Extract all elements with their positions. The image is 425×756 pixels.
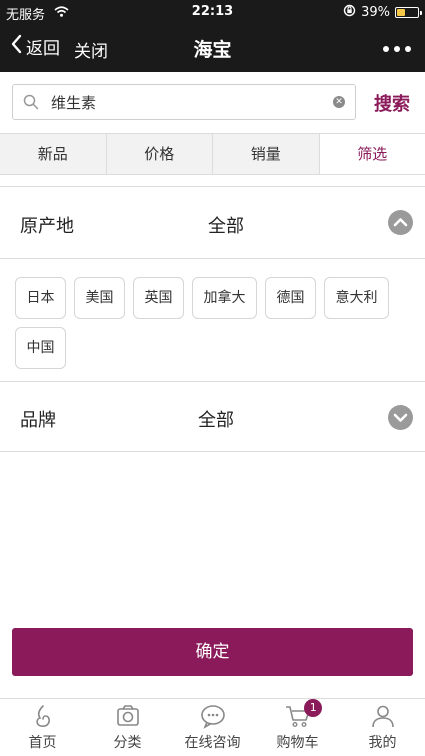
battery-percent: 39% <box>361 5 390 20</box>
search-input[interactable] <box>51 87 331 117</box>
chat-icon <box>199 703 227 733</box>
origin-label: 原产地 <box>20 216 74 237</box>
home-icon <box>30 703 56 733</box>
origin-filter-row[interactable]: 原产地 全部 <box>0 186 425 259</box>
confirm-button[interactable]: 确定 <box>12 628 413 676</box>
tabbar-item-cart[interactable]: 1 购物车 <box>255 699 340 756</box>
origin-chip-germany[interactable]: 德国 <box>265 277 316 319</box>
status-bar: 无服务 22:13 39% <box>0 0 425 24</box>
bottom-tab-bar: 首页 分类 在线咨询 1 购物车 我的 <box>0 698 425 756</box>
origin-chip-usa[interactable]: 美国 <box>74 277 125 319</box>
tab-price[interactable]: 价格 <box>106 134 213 174</box>
battery-icon <box>395 7 422 18</box>
tabbar-label-home: 首页 <box>28 735 57 751</box>
more-icon[interactable] <box>383 46 411 52</box>
category-icon <box>115 703 141 733</box>
search-box: ✕ <box>12 84 356 120</box>
tabbar-label-chat: 在线咨询 <box>184 735 241 751</box>
back-label: 返回 <box>26 39 60 59</box>
origin-chip-italy[interactable]: 意大利 <box>324 277 389 319</box>
tab-new[interactable]: 新品 <box>0 134 107 174</box>
brand-value: 全部 <box>198 410 234 431</box>
page-title: 海宝 <box>193 39 232 61</box>
battery-level <box>397 9 405 16</box>
nav-bar: 返回 关闭 海宝 <box>0 24 425 72</box>
origin-chip-china[interactable]: 中国 <box>15 327 66 369</box>
rotation-lock-icon <box>343 4 356 21</box>
origin-chip-japan[interactable]: 日本 <box>15 277 66 319</box>
chevron-left-icon <box>10 34 22 59</box>
battery-tip <box>420 11 422 15</box>
search-button[interactable]: 搜索 <box>362 90 422 116</box>
profile-icon <box>370 703 396 733</box>
tabbar-label-profile: 我的 <box>368 735 397 751</box>
tab-filter[interactable]: 筛选 <box>319 134 425 174</box>
brand-label: 品牌 <box>20 410 56 431</box>
search-icon <box>23 94 39 114</box>
clear-icon[interactable]: ✕ <box>333 96 345 108</box>
status-right: 39% <box>343 4 422 21</box>
origin-chip-uk[interactable]: 英国 <box>133 277 184 319</box>
cart-badge: 1 <box>304 699 323 717</box>
origin-value: 全部 <box>208 216 244 237</box>
brand-filter-row[interactable]: 品牌 全部 <box>0 381 425 452</box>
origin-chip-canada[interactable]: 加拿大 <box>192 277 257 319</box>
chevron-up-icon[interactable] <box>388 210 413 235</box>
tabbar-label-cart: 购物车 <box>276 735 319 751</box>
tabbar-label-category: 分类 <box>113 735 142 751</box>
back-button[interactable]: 返回 <box>10 34 60 59</box>
chevron-down-icon[interactable] <box>388 405 413 430</box>
tabbar-item-chat[interactable]: 在线咨询 <box>170 699 255 756</box>
tabbar-item-category[interactable]: 分类 <box>85 699 170 756</box>
sort-tabs: 新品 价格 销量 筛选 <box>0 133 425 175</box>
tabbar-item-home[interactable]: 首页 <box>0 699 85 756</box>
tabbar-item-profile[interactable]: 我的 <box>340 699 425 756</box>
close-button[interactable]: 关闭 <box>74 37 108 62</box>
tab-sales[interactable]: 销量 <box>213 134 320 174</box>
